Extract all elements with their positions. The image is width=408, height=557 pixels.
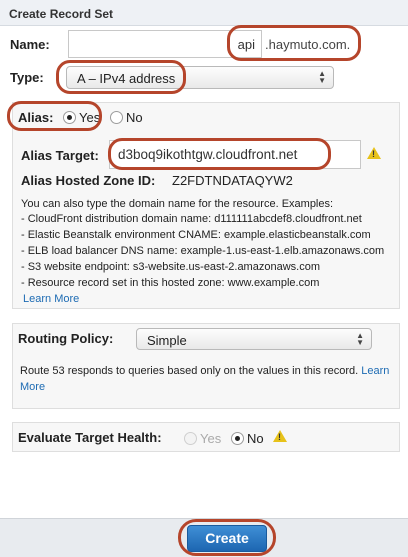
warning-icon[interactable]: ! [273,430,287,442]
select-arrows-icon: ▲ ▼ [318,69,326,85]
alias-yes-radio[interactable] [63,111,76,124]
type-select-value: A – IPv4 address [77,71,176,86]
health-yes-label[interactable]: Yes [200,431,221,446]
alias-example: - ELB load balancer DNS name: example-1.… [21,245,385,257]
alias-example: - S3 website endpoint: s3-website.us-eas… [21,261,320,273]
alias-help-intro: You can also type the domain name for th… [21,198,334,210]
name-value: api [237,37,255,52]
warning-icon[interactable]: ! [367,147,381,159]
panel-title: Create Record Set [0,0,408,26]
alias-target-label: Alias Target: [21,148,99,163]
domain-suffix: .haymuto.com. [265,37,351,52]
target-health-label: Evaluate Target Health: [18,430,162,445]
health-no-label[interactable]: No [247,431,264,446]
hosted-zone-label: Alias Hosted Zone ID: [21,173,156,188]
alias-example: - Resource record set in this hosted zon… [21,277,320,289]
alias-example: - Elastic Beanstalk environment CNAME: e… [21,229,371,241]
alias-no-label[interactable]: No [126,110,143,125]
create-button[interactable]: Create [187,525,267,552]
routing-policy-select[interactable]: Simple ▲ ▼ [136,328,372,350]
hosted-zone-value: Z2FDTNDATAQYW2 [172,173,293,188]
routing-description: Route 53 responds to queries based only … [20,363,396,395]
alias-label: Alias: [18,110,54,125]
select-arrows-icon: ▲ ▼ [356,331,364,347]
alias-target-field[interactable]: d3boq9ikothtgw.cloudfront.net [109,140,361,169]
alias-no-radio[interactable] [110,111,123,124]
routing-description-text: Route 53 responds to queries based only … [20,365,359,377]
alias-example: - CloudFront distribution domain name: d… [21,213,362,225]
routing-policy-label: Routing Policy: [18,331,114,346]
alias-target-value: d3boq9ikothtgw.cloudfront.net [118,147,298,162]
type-label: Type: [10,70,44,85]
health-yes-radio[interactable] [184,432,197,445]
health-no-radio[interactable] [231,432,244,445]
routing-policy-value: Simple [147,333,187,348]
alias-learn-more-link[interactable]: Learn More [23,293,79,305]
type-select[interactable]: A – IPv4 address ▲ ▼ [66,66,334,89]
name-field[interactable]: api [68,30,262,58]
name-label: Name: [10,37,50,52]
alias-yes-label[interactable]: Yes [79,110,100,125]
